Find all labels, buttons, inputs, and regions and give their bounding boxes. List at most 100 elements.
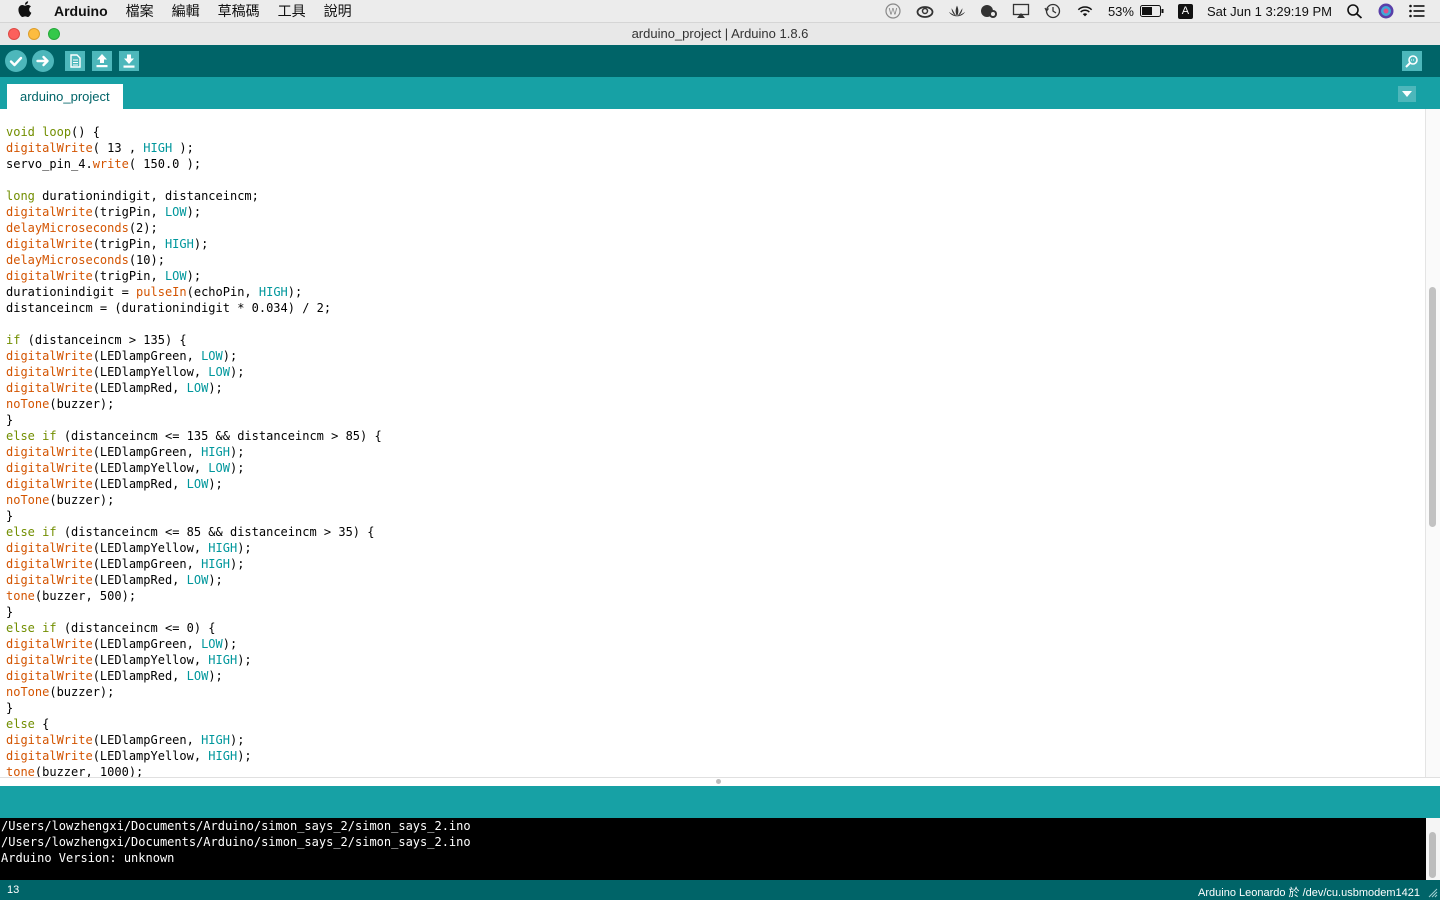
code-line[interactable]: durationindigit = pulseIn(echoPin, HIGH)… [6, 284, 382, 300]
code-token: HIGH [201, 445, 230, 459]
code-line[interactable]: digitalWrite(LEDlampGreen, HIGH); [6, 556, 382, 572]
code-token: (echoPin, [186, 285, 259, 299]
open-button[interactable] [92, 51, 112, 71]
code-line[interactable]: digitalWrite(LEDlampYellow, LOW); [6, 460, 382, 476]
code-line[interactable]: noTone(buzzer); [6, 396, 382, 412]
code-line[interactable]: } [6, 412, 382, 428]
code-line[interactable]: digitalWrite(LEDlampYellow, LOW); [6, 364, 382, 380]
code-line[interactable]: digitalWrite(LEDlampYellow, HIGH); [6, 652, 382, 668]
tab-menu-button[interactable] [1398, 86, 1416, 102]
code-text[interactable]: void loop() {digitalWrite( 13 , HIGH ); s… [6, 124, 382, 777]
code-line[interactable]: digitalWrite(LEDlampGreen, HIGH); [6, 732, 382, 748]
menu-tools[interactable]: 工具 [278, 1, 306, 21]
code-line[interactable]: else if (distanceincm <= 135 && distance… [6, 428, 382, 444]
creative-cloud-icon[interactable] [916, 3, 934, 19]
menu-app-name[interactable]: Arduino [54, 3, 108, 19]
code-line[interactable]: tone(buzzer, 1000); [6, 764, 382, 777]
menu-file[interactable]: 檔案 [126, 1, 154, 21]
input-source-icon[interactable]: A [1177, 3, 1193, 19]
menu-help[interactable]: 說明 [324, 1, 352, 21]
airplay-icon[interactable] [1012, 3, 1030, 19]
editor-scrollbar-thumb[interactable] [1429, 287, 1436, 527]
code-line[interactable]: digitalWrite(LEDlampGreen, LOW); [6, 348, 382, 364]
code-token: ); [186, 269, 202, 283]
code-line[interactable]: long durationindigit, distanceincm; [6, 188, 382, 204]
code-line[interactable]: digitalWrite(LEDlampYellow, HIGH); [6, 748, 382, 764]
serial-monitor-button[interactable] [1402, 51, 1422, 71]
code-line[interactable]: } [6, 604, 382, 620]
code-line[interactable]: digitalWrite(LEDlampRed, LOW); [6, 476, 382, 492]
verify-button[interactable] [5, 50, 27, 72]
code-line[interactable]: digitalWrite(LEDlampRed, LOW); [6, 380, 382, 396]
code-token: tone [6, 765, 35, 777]
code-token: servo_pin_4. [6, 157, 93, 171]
spotlight-icon[interactable] [1346, 3, 1364, 19]
code-token: } [6, 605, 14, 619]
code-token: HIGH [164, 237, 194, 251]
tab-arduino-project[interactable]: arduino_project [7, 84, 123, 109]
code-line[interactable] [6, 172, 382, 188]
code-line[interactable]: digitalWrite(trigPin, LOW); [6, 204, 382, 220]
code-line[interactable]: else if (distanceincm <= 0) { [6, 620, 382, 636]
code-line[interactable]: digitalWrite(LEDlampRed, LOW); [6, 572, 382, 588]
lotus-icon[interactable] [948, 3, 966, 19]
notification-center-icon[interactable] [1408, 3, 1426, 19]
window-titlebar[interactable]: arduino_project | Arduino 1.8.6 [0, 23, 1440, 46]
code-line[interactable]: digitalWrite(trigPin, HIGH); [6, 236, 382, 252]
code-line[interactable]: digitalWrite(LEDlampGreen, HIGH); [6, 444, 382, 460]
code-line[interactable]: else { [6, 716, 382, 732]
code-token: ); [229, 461, 245, 475]
save-button[interactable] [119, 51, 139, 71]
code-line[interactable]: delayMicroseconds(2); [6, 220, 382, 236]
wifi-icon[interactable] [1076, 3, 1094, 19]
code-token: if [42, 429, 57, 443]
resize-grip-icon[interactable] [1428, 888, 1438, 898]
editor-scrollbar[interactable] [1425, 109, 1440, 777]
status-menu-area: W 53% A Sat Jun 1 3:29:19 PM [884, 0, 1440, 22]
code-editor[interactable]: void loop() {digitalWrite( 13 , HIGH ); s… [0, 109, 1440, 777]
code-line[interactable]: noTone(buzzer); [6, 684, 382, 700]
w-circle-icon[interactable]: W [884, 3, 902, 19]
divider-handle[interactable] [716, 779, 721, 784]
code-line[interactable]: digitalWrite(trigPin, LOW); [6, 268, 382, 284]
code-token: digitalWrite [6, 205, 93, 219]
code-line[interactable]: digitalWrite(LEDlampGreen, LOW); [6, 636, 382, 652]
code-token: noTone [6, 397, 50, 411]
code-token: ); [237, 749, 252, 763]
code-line[interactable]: digitalWrite(LEDlampRed, LOW); [6, 668, 382, 684]
console-output[interactable]: /Users/lowzhengxi/Documents/Arduino/simo… [0, 818, 1426, 880]
code-token: noTone [6, 685, 50, 699]
console-scrollbar[interactable] [1426, 818, 1440, 880]
apple-icon[interactable] [18, 1, 40, 21]
code-line[interactable]: void loop() { [6, 124, 382, 140]
code-line[interactable]: noTone(buzzer); [6, 492, 382, 508]
code-line[interactable]: } [6, 700, 382, 716]
menu-edit[interactable]: 編輯 [172, 1, 200, 21]
code-line[interactable]: } [6, 508, 382, 524]
code-line[interactable]: servo_pin_4.write( 150.0 ); [6, 156, 382, 172]
code-line[interactable]: if (distanceincm > 135) { [6, 332, 382, 348]
code-token: (LEDlampRed, [92, 381, 187, 395]
clock[interactable]: Sat Jun 1 3:29:19 PM [1207, 4, 1332, 19]
menu-sketch[interactable]: 草稿碼 [218, 1, 260, 21]
sync-cloud-icon[interactable] [980, 3, 998, 19]
code-line[interactable]: digitalWrite(LEDlampYellow, HIGH); [6, 540, 382, 556]
console-scrollbar-thumb[interactable] [1429, 832, 1436, 878]
code-token: digitalWrite [6, 365, 93, 379]
new-button[interactable] [65, 51, 85, 71]
siri-icon[interactable] [1378, 3, 1394, 19]
upload-button[interactable] [32, 50, 54, 72]
code-token: digitalWrite [6, 541, 93, 555]
battery-icon[interactable] [1139, 5, 1164, 17]
battery-percent[interactable]: 53% [1108, 4, 1134, 19]
code-token: ); [237, 653, 252, 667]
code-line[interactable]: distanceincm = (durationindigit * 0.034)… [6, 300, 382, 316]
code-line[interactable]: else if (distanceincm <= 85 && distancei… [6, 524, 382, 540]
time-machine-icon[interactable] [1044, 3, 1062, 19]
code-line[interactable]: tone(buzzer, 500); [6, 588, 382, 604]
code-line[interactable]: delayMicroseconds(10); [6, 252, 382, 268]
code-token: digitalWrite [6, 573, 93, 587]
code-line[interactable]: digitalWrite( 13 , HIGH ); [6, 140, 382, 156]
code-line[interactable] [6, 316, 382, 332]
code-token: (buzzer); [49, 397, 115, 411]
